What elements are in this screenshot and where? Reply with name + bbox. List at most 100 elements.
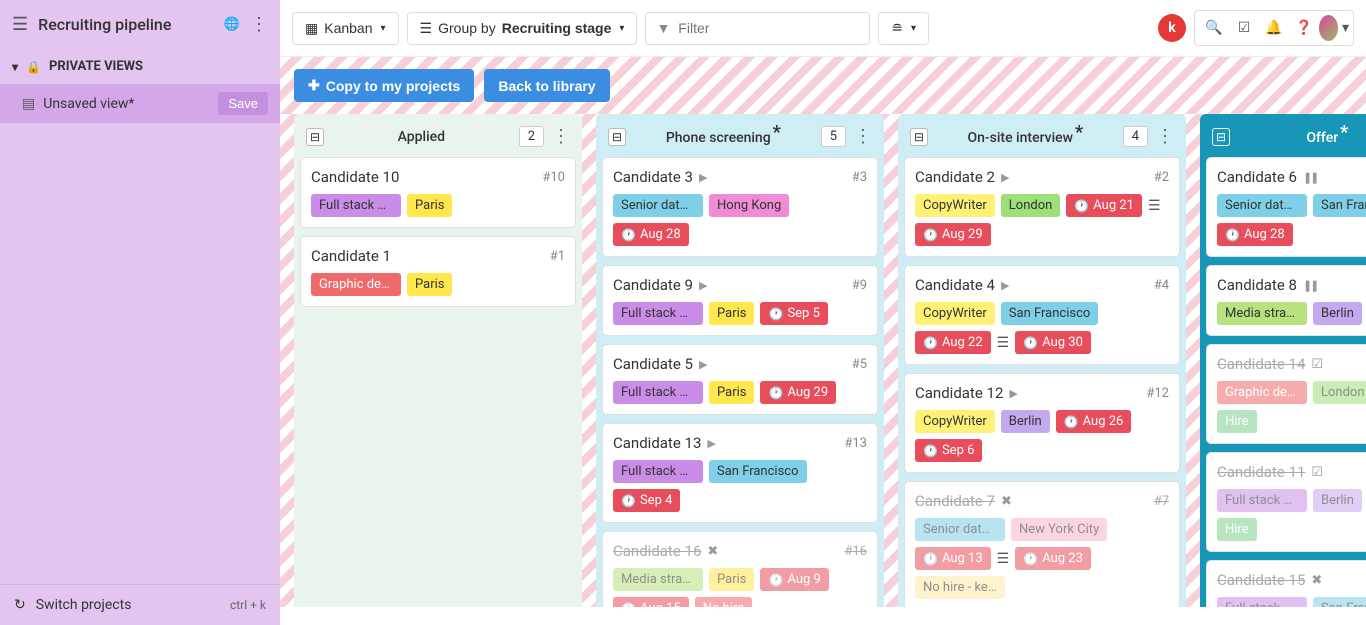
view-item-unsaved[interactable]: ▤ Unsaved view* Save bbox=[0, 84, 280, 123]
play-icon: ▶ bbox=[707, 437, 715, 450]
filter-input-wrapper[interactable]: ▼ bbox=[645, 12, 870, 45]
avatar bbox=[1319, 15, 1338, 41]
search-icon[interactable]: 🔍 bbox=[1199, 13, 1229, 43]
column-title: Applied bbox=[332, 129, 511, 145]
back-to-library-button[interactable]: Back to library bbox=[484, 69, 609, 102]
column-header: ⊟ Phone screening* 5 ⋮ bbox=[602, 120, 878, 157]
card[interactable]: Candidate 14 ☑ Graphic desi...London🕐Aug 1… bbox=[1206, 344, 1366, 444]
card-number: #5 bbox=[852, 357, 867, 372]
tag-list: Graphic desi...London🕐Aug 16Hire bbox=[1217, 381, 1366, 433]
tag: Senior data s... bbox=[613, 194, 703, 217]
collapse-column-button[interactable]: ⊟ bbox=[306, 128, 324, 146]
card-title: Candidate 5 bbox=[613, 355, 693, 373]
switch-projects-button[interactable]: ↻ Switch projects ctrl + k bbox=[0, 584, 280, 625]
tag: Graphic desi... bbox=[1217, 381, 1307, 404]
column-title: Phone screening* bbox=[634, 126, 813, 147]
caret-down-icon: ▾ bbox=[619, 23, 624, 34]
column-title: On-site interview* bbox=[936, 126, 1115, 147]
menu-icon[interactable]: ☰ bbox=[12, 14, 28, 35]
private-views-section[interactable]: ▾ 🔒 PRIVATE VIEWS bbox=[0, 49, 280, 84]
group-by-button[interactable]: ☰ Group by Recruiting stage ▾ bbox=[407, 12, 638, 45]
date-badge: 🕐Aug 23 bbox=[1015, 547, 1091, 570]
user-menu[interactable]: ▾ bbox=[1319, 13, 1349, 43]
clock-icon: 🕐 bbox=[768, 307, 783, 321]
card[interactable]: Candidate 6❚❚Senior data s...San Fran🕐Au… bbox=[1206, 157, 1366, 257]
column-menu-icon[interactable]: ⋮ bbox=[552, 126, 570, 147]
date-badge: 🕐Aug 29 bbox=[760, 381, 836, 404]
x-icon: ✖ bbox=[1001, 494, 1012, 509]
tag: San Fran bbox=[1313, 194, 1366, 217]
date-badge: 🕐Sep 5 bbox=[760, 302, 827, 325]
list-icon: ☰ bbox=[420, 20, 433, 37]
play-icon: ▶ bbox=[699, 358, 707, 371]
column-menu-icon[interactable]: ⋮ bbox=[854, 126, 872, 147]
clock-icon: 🕐 bbox=[768, 386, 783, 400]
card[interactable]: Candidate 12▶#12CopyWriterBerlin🕐Aug 26🕐… bbox=[904, 373, 1180, 473]
card[interactable]: Candidate 5▶#5Full stack de...Paris🕐Aug … bbox=[602, 344, 878, 415]
card[interactable]: Candidate 16✖#16Media strate...Paris🕐Aug… bbox=[602, 531, 878, 607]
card[interactable]: Candidate 10#10Full stack de...Paris bbox=[300, 157, 576, 228]
view-mode-kanban-button[interactable]: ▦ Kanban ▾ bbox=[292, 12, 399, 45]
project-title: Recruiting pipeline bbox=[38, 15, 214, 34]
checkbox-icon[interactable]: ☑ bbox=[1229, 13, 1259, 43]
collapse-column-button[interactable]: ⊟ bbox=[910, 128, 928, 146]
card[interactable]: Candidate 13▶#13Full stack de...San Fran… bbox=[602, 423, 878, 523]
column-header: ⊟ Applied 2 ⋮ bbox=[300, 120, 576, 157]
card-title: Candidate 15 bbox=[1217, 571, 1305, 589]
card[interactable]: Candidate 1#1Graphic desi...Paris bbox=[300, 236, 576, 307]
column-count: 2 bbox=[519, 126, 544, 147]
pause-icon: ❚❚ bbox=[1303, 171, 1317, 184]
save-view-button[interactable]: Save bbox=[218, 92, 268, 115]
filter-input[interactable] bbox=[678, 20, 859, 36]
card[interactable]: Candidate 7✖#7Senior data s...New York C… bbox=[904, 481, 1180, 607]
sliders-icon: ≘ bbox=[891, 20, 903, 37]
tag: Paris bbox=[709, 381, 754, 404]
tag: Full stack de... bbox=[311, 194, 401, 217]
card-menu-icon[interactable]: ☰ bbox=[1148, 198, 1161, 214]
card[interactable]: Candidate 8❚❚Media strate...Berlin🕐Aug 2… bbox=[1206, 265, 1366, 336]
card-number: #2 bbox=[1154, 170, 1169, 185]
column-menu-icon[interactable]: ⋮ bbox=[1156, 126, 1174, 147]
project-menu-icon[interactable]: ⋮ bbox=[250, 14, 268, 35]
card-menu-icon[interactable]: ☰ bbox=[997, 335, 1010, 351]
tag: Graphic desi... bbox=[311, 273, 401, 296]
date-badge: 🕐Aug 15 bbox=[613, 597, 689, 607]
card[interactable]: Candidate 3▶#3Senior data s...Hong Kong🕐… bbox=[602, 157, 878, 257]
card[interactable]: Candidate 15 ✖ Full stack de... San Fran bbox=[1206, 560, 1366, 607]
card[interactable]: Candidate 11☑Full stack de...Berlin🕐Aug … bbox=[1206, 452, 1366, 552]
card-menu-icon[interactable]: ☰ bbox=[997, 551, 1010, 567]
tag: Full stack de... bbox=[1217, 597, 1307, 607]
sort-button[interactable]: ≘ ▾ bbox=[878, 12, 929, 45]
card-number: #1 bbox=[550, 249, 565, 264]
card-title: Candidate 14 bbox=[1217, 355, 1305, 373]
x-icon: ✖ bbox=[1311, 573, 1322, 588]
grid-icon: ▦ bbox=[305, 20, 318, 37]
date-badge: 🕐Sep 4 bbox=[613, 489, 680, 512]
card-number: #10 bbox=[542, 170, 565, 185]
card-number: #3 bbox=[852, 170, 867, 185]
tag: San Fran bbox=[1313, 597, 1366, 607]
tag: Berlin bbox=[1313, 302, 1362, 325]
caret-down-icon: ▾ bbox=[381, 23, 386, 34]
clock-icon: 🕐 bbox=[621, 602, 636, 608]
card[interactable]: Candidate 9▶#9Full stack de...Paris🕐Sep … bbox=[602, 265, 878, 336]
collapse-column-button[interactable]: ⊟ bbox=[608, 128, 626, 146]
x-icon: ✖ bbox=[707, 544, 718, 559]
card-number: #16 bbox=[844, 544, 867, 559]
check-icon: ☑ bbox=[1311, 357, 1323, 372]
column-count: 4 bbox=[1123, 126, 1148, 147]
board-scroll[interactable]: ⊟ Applied 2 ⋮Candidate 10#10Full stack d… bbox=[280, 114, 1366, 607]
date-badge: 🕐Sep 6 bbox=[915, 439, 982, 462]
card[interactable]: Candidate 4▶#4CopyWriterSan Francisco🕐Au… bbox=[904, 265, 1180, 365]
tag-list: CopyWriterBerlin🕐Aug 26🕐Sep 6 bbox=[915, 410, 1169, 462]
play-icon: ▶ bbox=[1009, 387, 1017, 400]
horizontal-scrollbar[interactable] bbox=[280, 607, 1366, 625]
column-applied: ⊟ Applied 2 ⋮Candidate 10#10Full stack d… bbox=[294, 114, 582, 607]
tag-list: Graphic desi...Paris bbox=[311, 273, 565, 296]
bell-icon[interactable]: 🔔 bbox=[1259, 13, 1289, 43]
help-icon[interactable]: ❓ bbox=[1289, 13, 1319, 43]
date-badge: 🕐Aug 13 bbox=[915, 547, 991, 570]
card[interactable]: Candidate 2▶#2CopyWriterLondon🕐Aug 21☰🕐A… bbox=[904, 157, 1180, 257]
collapse-column-button[interactable]: ⊟ bbox=[1212, 128, 1230, 146]
copy-to-my-projects-button[interactable]: ✚ Copy to my projects bbox=[294, 69, 474, 102]
